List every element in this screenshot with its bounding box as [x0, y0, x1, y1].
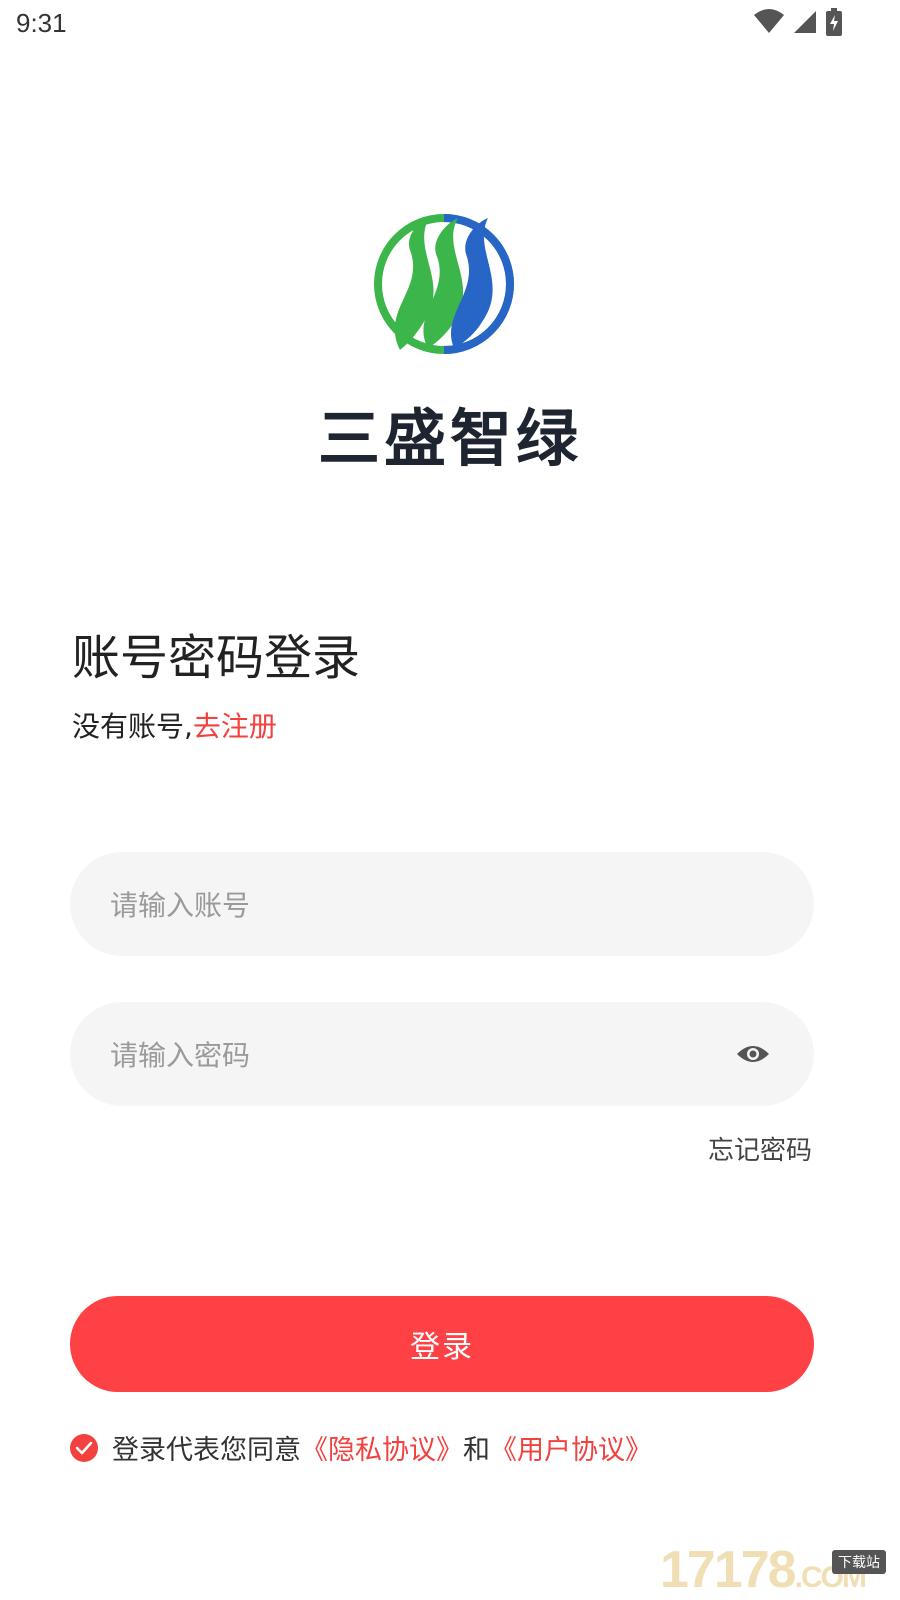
forgot-password-link[interactable]: 忘记密码	[708, 1130, 812, 1167]
register-line: 没有账号,去注册	[72, 705, 277, 745]
password-input[interactable]	[108, 1002, 732, 1108]
login-heading: 账号密码登录	[72, 630, 361, 686]
agreement-and: 和	[463, 1435, 490, 1466]
privacy-policy-link[interactable]: 《隐私协议》	[301, 1428, 463, 1467]
eye-icon[interactable]	[736, 1040, 770, 1068]
status-bar: 9:31	[0, 0, 900, 48]
app-name: 三盛智绿	[317, 402, 582, 475]
no-account-text: 没有账号,	[72, 710, 193, 743]
account-input[interactable]	[108, 852, 732, 958]
status-icons	[754, 8, 842, 36]
login-button[interactable]: 登录	[70, 1296, 814, 1392]
wifi-icon	[754, 9, 784, 33]
watermark-tag: 下载站	[832, 1550, 886, 1574]
agreement-row: 登录代表您同意 《隐私协议》 和 《用户协议》	[70, 1428, 652, 1467]
user-agreement-link[interactable]: 《用户协议》	[490, 1428, 652, 1467]
account-field-container	[70, 852, 814, 958]
battery-icon	[826, 8, 842, 36]
watermark: 17178.COM 下载站	[660, 1538, 890, 1600]
password-field-container	[70, 1002, 814, 1108]
app-logo	[374, 214, 514, 354]
agreement-checkbox[interactable]	[70, 1433, 98, 1462]
register-link[interactable]: 去注册	[193, 710, 277, 743]
agreement-prefix: 登录代表您同意	[112, 1435, 301, 1466]
check-icon	[75, 1441, 93, 1454]
status-time: 9:31	[16, 8, 67, 38]
signal-icon	[794, 11, 816, 33]
